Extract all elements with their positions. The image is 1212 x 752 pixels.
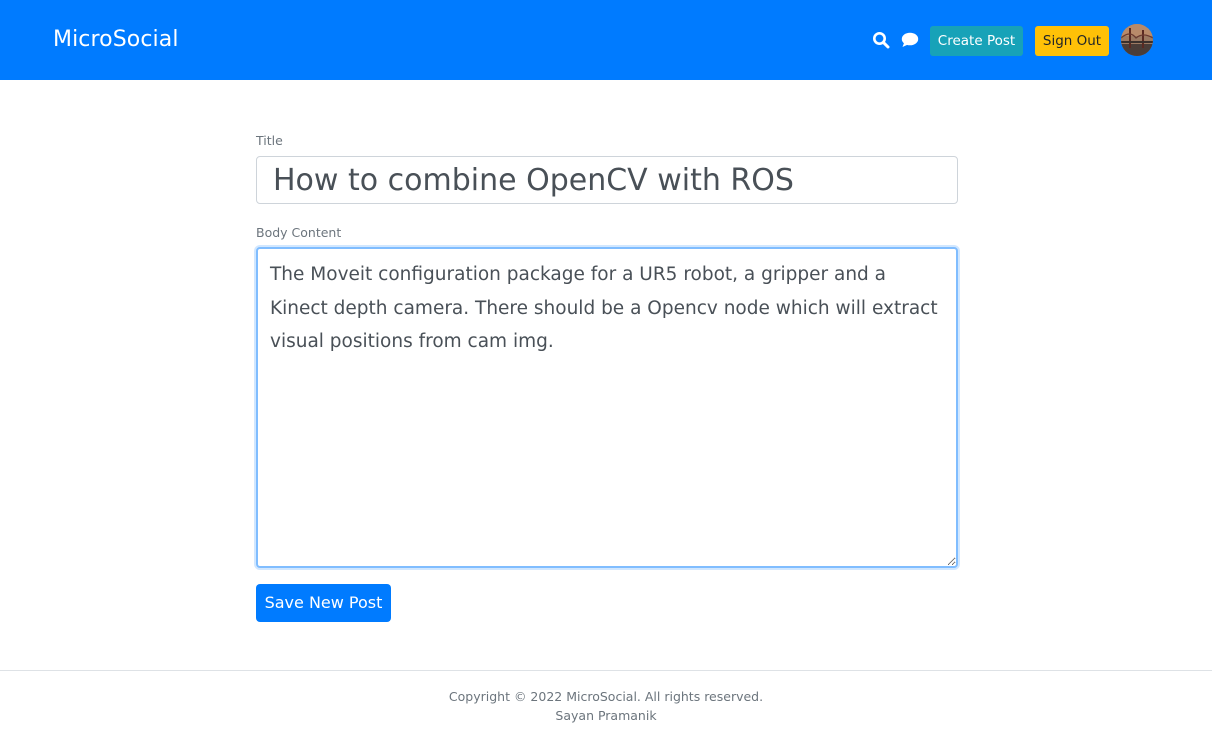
sign-out-button[interactable]: Sign Out	[1035, 26, 1109, 56]
footer-divider	[0, 670, 1212, 671]
footer-author: Sayan Pramanik	[555, 708, 657, 723]
navbar: MicroSocial Create Post Sign Out	[0, 0, 1212, 80]
footer-copyright: Copyright © 2022 MicroSocial. All rights…	[448, 689, 764, 704]
body-content-textarea[interactable]: The Moveit configuration package for a U…	[256, 247, 958, 568]
save-new-post-button[interactable]: Save New Post	[256, 584, 391, 622]
create-post-button[interactable]: Create Post	[930, 26, 1023, 56]
body-content-label: Body Content	[256, 225, 342, 240]
avatar-image	[1121, 24, 1153, 56]
search-icon[interactable]	[872, 31, 890, 49]
brand-link[interactable]: MicroSocial	[53, 25, 179, 55]
chat-icon[interactable]	[901, 32, 919, 50]
title-label: Title	[256, 133, 283, 148]
title-input[interactable]	[256, 156, 958, 204]
avatar[interactable]	[1121, 24, 1153, 56]
